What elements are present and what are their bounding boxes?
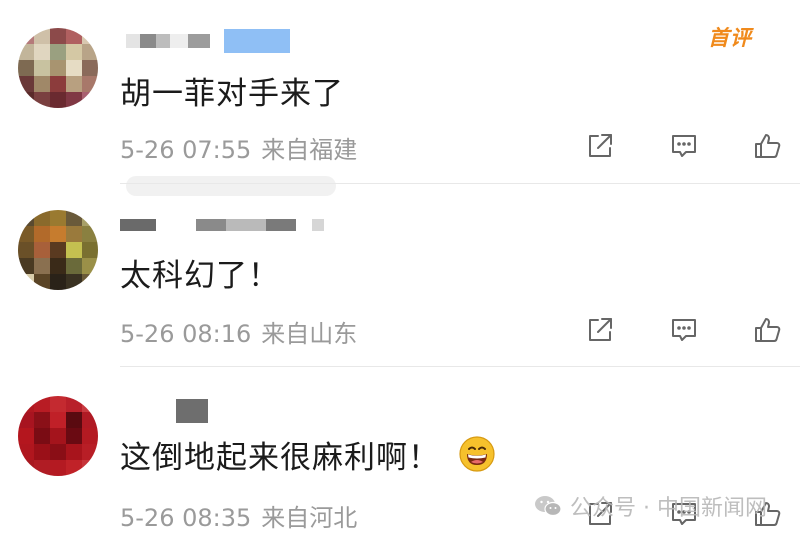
wechat-icon <box>535 496 562 517</box>
watermark: 公众号 · 中国新闻网 <box>534 490 767 522</box>
share-icon[interactable] <box>580 126 620 166</box>
avatar[interactable] <box>18 396 98 476</box>
thumbs-up-icon[interactable] <box>748 126 788 166</box>
comment-text: 这倒地起来很麻利啊！ <box>120 432 496 476</box>
comment-date: 5-26 08:35 <box>120 504 252 532</box>
grinning-face-emoji <box>459 436 495 472</box>
comment-icon[interactable] <box>664 126 704 166</box>
comment-actions <box>580 126 788 166</box>
avatar[interactable] <box>18 210 98 290</box>
thumbs-up-icon[interactable] <box>748 310 788 350</box>
watermark-text: 公众号 · 中国新闻网 <box>570 496 767 521</box>
comment-date: 5-26 08:16 <box>120 320 252 348</box>
share-icon[interactable] <box>580 310 620 350</box>
avatar[interactable] <box>18 28 98 108</box>
divider <box>120 366 800 367</box>
comment-date: 5-26 07:55 <box>120 136 252 164</box>
username-blurred[interactable] <box>176 398 208 424</box>
comment-meta: 5-26 08:16 来自山东 <box>120 314 357 349</box>
comment-actions <box>580 310 788 350</box>
comment-text: 胡一菲对手来了 <box>120 75 344 112</box>
comment-meta: 5-26 07:55 来自福建 <box>120 130 357 165</box>
comment-location: 来自河北 <box>261 504 358 532</box>
first-comment-badge: 首评 <box>708 26 752 50</box>
comment-icon[interactable] <box>664 310 704 350</box>
comment-location: 来自福建 <box>261 136 358 164</box>
comment-meta: 5-26 08:35 来自河北 <box>120 498 357 533</box>
comment-location: 来自山东 <box>261 320 358 348</box>
divider <box>120 183 800 184</box>
username-blurred[interactable] <box>120 212 324 238</box>
username-blurred[interactable] <box>126 28 290 54</box>
blurred-smear <box>126 176 336 196</box>
comment-text-content: 这倒地起来很麻利啊！ <box>120 439 440 476</box>
comment-text: 太科幻了！ <box>120 257 280 294</box>
